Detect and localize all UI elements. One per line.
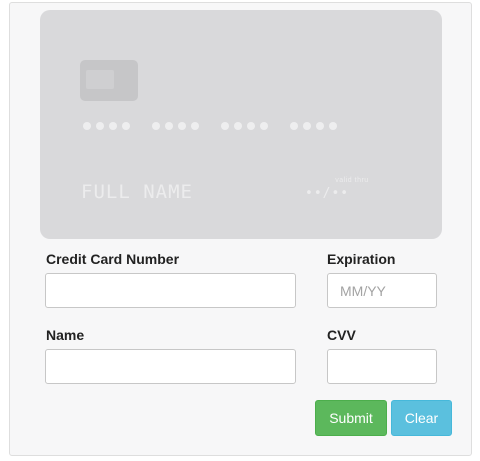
card-number-input[interactable]: [45, 273, 296, 308]
card-expiry-preview: ••/••: [305, 186, 350, 201]
card-number-preview: [83, 122, 423, 136]
card-number-group: [290, 122, 337, 136]
valid-thru-label: valid thru: [335, 177, 369, 184]
card-name-preview: FULL NAME: [81, 181, 193, 203]
card-number-group: [83, 122, 130, 136]
name-label: Name: [46, 327, 85, 343]
card-chip-icon: [80, 60, 138, 101]
credit-card-preview: FULL NAME valid thru ••/••: [40, 10, 442, 239]
cvv-input[interactable]: [327, 349, 437, 384]
name-input[interactable]: [45, 349, 296, 384]
card-number-group: [221, 122, 268, 136]
card-number-label: Credit Card Number: [46, 251, 180, 267]
clear-button[interactable]: Clear: [391, 400, 452, 436]
expiration-label: Expiration: [327, 251, 396, 267]
submit-button[interactable]: Submit: [315, 400, 387, 436]
card-number-group: [152, 122, 199, 136]
cvv-label: CVV: [327, 327, 356, 343]
expiration-input[interactable]: [327, 273, 437, 308]
